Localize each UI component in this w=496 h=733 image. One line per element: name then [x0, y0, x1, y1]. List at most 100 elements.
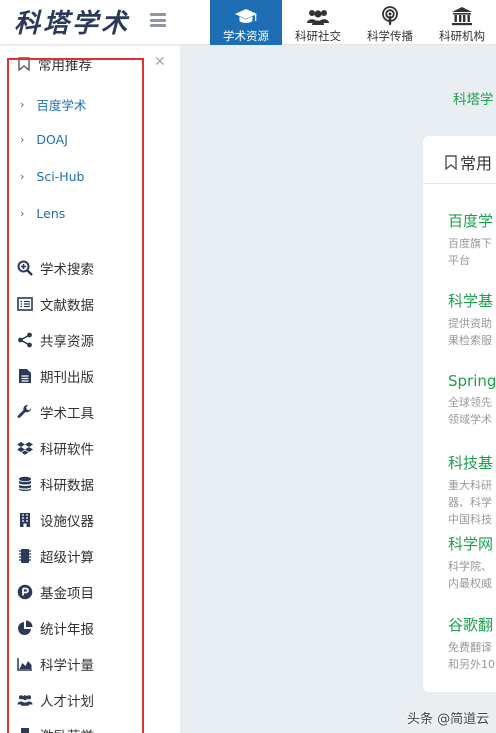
sidebar-item-label: 基金项目 — [40, 586, 94, 602]
bookmark-outline-icon — [18, 57, 30, 71]
resource-desc: 百度旗下 平台 — [448, 235, 493, 269]
sidebar-item-label: 人才计划 — [40, 694, 94, 710]
sidebar-subitem-label: 百度学术 — [36, 98, 87, 113]
building-icon — [17, 512, 33, 528]
resource-entry[interactable]: 科学网 科学院、 内最权威 — [448, 533, 493, 592]
resource-entry[interactable]: 谷歌翻 免费翻译 和另外10 — [448, 614, 495, 673]
resource-desc: 重大科研 器、科学 中国科技 — [448, 477, 493, 528]
resource-desc-line: 内最权威 — [448, 577, 492, 590]
resource-desc-line: 器、科学 — [448, 496, 492, 509]
sidebar-item-academic-tools[interactable]: 学术工具 — [17, 402, 94, 422]
chevron-right-icon: › — [20, 98, 25, 111]
sidebar-item-shared-resources[interactable]: 共享资源 — [17, 330, 94, 350]
sidebar-item-label: 科研数据 — [40, 478, 94, 494]
sidebar-item-label: 文献数据 — [40, 298, 94, 314]
sidebar-item-honors[interactable]: 激励荣誉 — [17, 725, 94, 733]
sidebar-item-research-software[interactable]: 科研软件 — [17, 438, 94, 458]
file-text-icon — [17, 368, 33, 384]
resource-desc: 科学院、 内最权威 — [448, 558, 493, 592]
sidebar-item-label: 设施仪器 — [40, 514, 94, 530]
resource-desc: 全球领先 领域学术 — [448, 394, 496, 428]
hamburger-menu-icon[interactable] — [150, 13, 166, 27]
chevron-right-icon: › — [20, 170, 25, 183]
nav-tab-label: 学术资源 — [223, 29, 269, 43]
wrench-icon — [17, 404, 33, 420]
dropbox-icon — [17, 440, 33, 456]
nav-tab-research-social[interactable]: 科研社交 — [282, 0, 354, 45]
sidebar-subitem-lens[interactable]: › Lens — [20, 206, 65, 221]
close-icon[interactable]: ✕ — [154, 54, 166, 70]
resource-desc: 免费翻译 和另外10 — [448, 639, 495, 673]
resource-entry[interactable]: 百度学 百度旗下 平台 — [448, 210, 493, 269]
sidebar-item-label: 统计年报 — [40, 622, 94, 638]
nav-tab-research-institutions[interactable]: 科研机构 — [426, 0, 496, 45]
nav-tab-label: 科研机构 — [439, 29, 485, 43]
sidebar-item-research-data[interactable]: 科研数据 — [17, 474, 94, 494]
resource-entry[interactable]: 科学基 提供资助 果检索服 — [448, 290, 493, 349]
top-bar: 科塔学术 学术资源 科研社交 科学传播 科研机构 — [0, 0, 496, 45]
chevron-right-icon: › — [20, 133, 25, 146]
main-top-link[interactable]: 科塔学 — [453, 88, 494, 108]
sidebar-item-academic-search[interactable]: 学术搜索 — [17, 258, 94, 278]
sidebar-item-scientometrics[interactable]: 科学计量 — [17, 654, 94, 674]
chevron-right-icon: › — [20, 207, 25, 220]
institution-icon — [452, 7, 472, 26]
resource-desc-line: 提供资助 — [448, 317, 492, 330]
resource-title[interactable]: 百度学 — [448, 210, 493, 231]
resource-desc-line: 中国科技 — [448, 513, 492, 526]
resource-entry[interactable]: 科技基 重大科研 器、科学 中国科技 — [448, 452, 493, 528]
search-plus-icon — [17, 260, 33, 276]
resource-desc-line: 免费翻译 — [448, 641, 492, 654]
area-chart-icon — [17, 656, 33, 672]
users-icon — [307, 10, 329, 25]
pie-chart-icon — [17, 620, 33, 636]
resource-desc-line: 果检索服 — [448, 334, 492, 347]
resource-desc-line: 领域学术 — [448, 413, 492, 426]
trophy-icon — [17, 727, 33, 733]
database-icon — [17, 476, 33, 492]
nav-tab-science-communication[interactable]: 科学传播 — [354, 0, 426, 45]
sidebar-item-label: 共享资源 — [40, 334, 94, 350]
sidebar-subitem-label: Sci-Hub — [36, 169, 85, 184]
bookmark-outline-icon — [445, 154, 457, 170]
resource-title[interactable]: 科学网 — [448, 533, 493, 554]
share-alt-icon — [17, 332, 33, 348]
sidebar-subitem-scihub[interactable]: › Sci-Hub — [20, 169, 84, 184]
card-header: 常用 — [423, 136, 496, 184]
sidebar-item-label: 科学计量 — [40, 658, 94, 674]
common-recommend-card: 常用 百度学 百度旗下 平台 科学基 提供资助 果检索服 Spring 全球领先… — [423, 136, 496, 692]
site-logo[interactable]: 科塔学术 — [14, 3, 130, 40]
graduation-cap-icon — [235, 9, 257, 23]
sidebar-subitem-doaj[interactable]: › DOAJ — [20, 132, 68, 147]
sidebar-item-journal-publishing[interactable]: 期刊出版 — [17, 366, 94, 386]
sidebar-item-talent-programs[interactable]: 人才计划 — [17, 690, 94, 710]
resource-title[interactable]: 科技基 — [448, 452, 493, 473]
nav-tab-label: 科学传播 — [367, 29, 413, 43]
resource-desc-line: 科学院、 — [448, 560, 492, 573]
resource-entry[interactable]: Spring 全球领先 领域学术 — [448, 372, 496, 428]
nav-tab-label: 科研社交 — [295, 29, 341, 43]
resource-title[interactable]: 科学基 — [448, 290, 493, 311]
sidebar-group-common[interactable]: 常用推荐 — [18, 54, 92, 74]
sidebar-item-label: 科研软件 — [40, 442, 94, 458]
resource-desc-line: 全球领先 — [448, 396, 492, 409]
product-hunt-icon — [17, 584, 33, 600]
resource-title[interactable]: 谷歌翻 — [448, 614, 495, 635]
sidebar-item-label: 超级计算 — [40, 550, 94, 566]
resource-desc-line: 平台 — [448, 254, 470, 267]
sidebar-group-label: 常用推荐 — [38, 58, 92, 74]
resource-title[interactable]: Spring — [448, 372, 496, 390]
watermark: 头条 @简道云 — [407, 712, 490, 727]
sidebar-item-fund-projects[interactable]: 基金项目 — [17, 582, 94, 602]
sidebar-item-label: 期刊出版 — [40, 370, 94, 386]
sidebar-item-label: 激励荣誉 — [40, 725, 94, 733]
sidebar-item-facilities[interactable]: 设施仪器 — [17, 510, 94, 530]
sidebar-subitem-baidu-scholar[interactable]: › 百度学术 — [20, 95, 86, 114]
sidebar-subitem-label: Lens — [36, 206, 66, 221]
sidebar-item-statistical-reports[interactable]: 统计年报 — [17, 618, 94, 638]
nav-tab-academic-resources[interactable]: 学术资源 — [210, 0, 282, 45]
sidebar-item-supercomputing[interactable]: 超级计算 — [17, 546, 94, 566]
sidebar-item-literature-data[interactable]: 文献数据 — [17, 294, 94, 314]
sidebar-subitem-label: DOAJ — [36, 132, 68, 147]
resource-desc: 提供资助 果检索服 — [448, 315, 493, 349]
